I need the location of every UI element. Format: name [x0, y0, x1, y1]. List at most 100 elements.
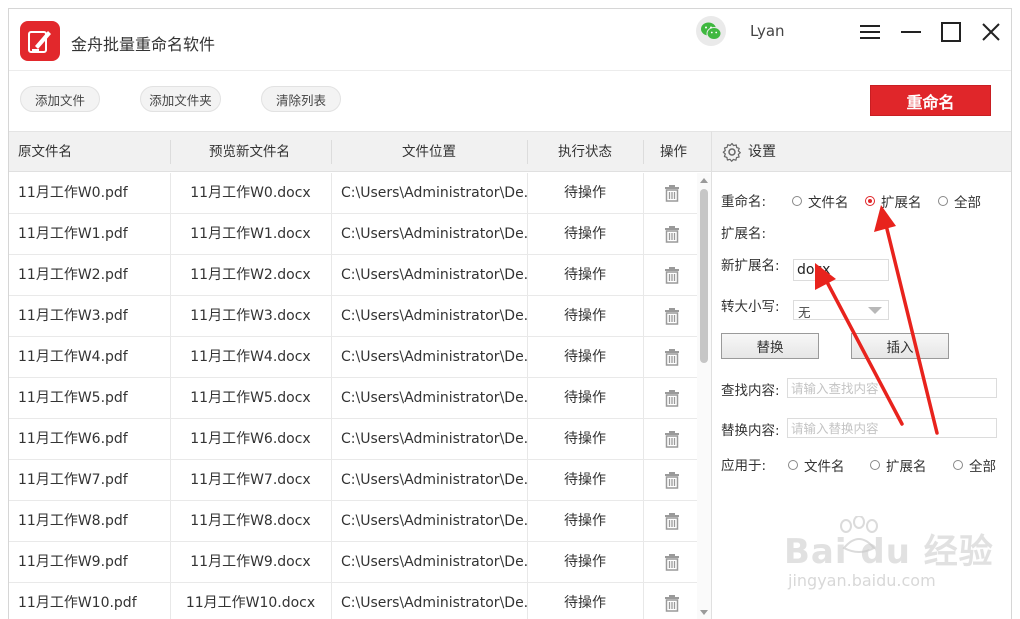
vertical-scrollbar[interactable]	[697, 173, 711, 619]
file-table: 原文件名 预览新文件名 文件位置 执行状态 操作 11月工作W0.pdf 11月工…	[9, 131, 711, 619]
settings-header: 设置	[712, 132, 1011, 172]
trash-icon[interactable]	[664, 185, 680, 206]
table-row[interactable]: 11月工作W3.pdf 11月工作W3.docx C:\Users\Administ…	[9, 296, 697, 337]
trash-icon[interactable]	[664, 267, 680, 288]
trash-icon[interactable]	[664, 226, 680, 247]
preview-name-cell: 11月工作W4.docx	[190, 349, 311, 365]
radio-label: 扩展名	[881, 195, 922, 211]
scrollbar-thumb[interactable]	[700, 189, 708, 363]
status-cell: 待操作	[564, 513, 606, 529]
menu-icon[interactable]	[857, 19, 883, 45]
column-divider	[643, 173, 644, 213]
table-header: 原文件名 预览新文件名 文件位置 执行状态 操作	[9, 132, 711, 172]
preview-name-cell: 11月工作W9.docx	[190, 554, 311, 570]
add-file-button[interactable]: 添加文件	[20, 86, 100, 112]
original-name-cell: 11月工作W8.pdf	[18, 513, 128, 529]
settings-panel: 设置 重命名: 文件名 扩展名 全部 扩展名: 新扩展名: 转大小写: 无 替换…	[711, 131, 1011, 619]
table-row[interactable]: 11月工作W10.pdf 11月工作W10.docx C:\Users\Admini…	[9, 583, 697, 619]
trash-icon[interactable]	[664, 431, 680, 452]
header-status[interactable]: 执行状态	[558, 132, 612, 172]
original-name-cell: 11月工作W4.pdf	[18, 349, 128, 365]
original-name-cell: 11月工作W5.pdf	[18, 390, 128, 406]
trash-icon[interactable]	[664, 554, 680, 575]
column-divider	[331, 214, 332, 254]
header-location[interactable]: 文件位置	[402, 132, 456, 172]
table-row[interactable]: 11月工作W1.pdf 11月工作W1.docx C:\Users\Administ…	[9, 214, 697, 255]
column-divider	[643, 337, 644, 377]
trash-icon[interactable]	[664, 390, 680, 411]
apply-option-all[interactable]: 全部	[953, 455, 996, 475]
location-cell: C:\Users\Administrator\De...	[341, 554, 527, 570]
trash-icon[interactable]	[664, 472, 680, 493]
rename-option-all[interactable]: 全部	[938, 191, 981, 211]
rename-button[interactable]: 重命名	[870, 85, 991, 116]
header-preview-name[interactable]: 预览新文件名	[209, 132, 290, 172]
table-row[interactable]: 11月工作W2.pdf 11月工作W2.docx C:\Users\Administ…	[9, 255, 697, 296]
column-divider	[643, 255, 644, 295]
column-divider	[331, 501, 332, 541]
rename-option-filename[interactable]: 文件名	[792, 191, 849, 211]
column-separator	[170, 140, 171, 164]
chevron-down-icon	[868, 307, 882, 314]
close-icon[interactable]	[978, 19, 1004, 45]
apply-to-label: 应用于:	[721, 458, 767, 474]
rename-logo-icon	[20, 21, 60, 61]
table-row[interactable]: 11月工作W6.pdf 11月工作W6.docx C:\Users\Administ…	[9, 419, 697, 460]
radio-selected-icon	[865, 196, 875, 206]
new-extension-input[interactable]	[793, 259, 889, 281]
table-row[interactable]: 11月工作W9.pdf 11月工作W9.docx C:\Users\Administ…	[9, 542, 697, 583]
table-row[interactable]: 11月工作W5.pdf 11月工作W5.docx C:\Users\Administ…	[9, 378, 697, 419]
maximize-icon[interactable]	[938, 19, 964, 45]
case-convert-value: 无	[798, 305, 811, 320]
location-cell: C:\Users\Administrator\De...	[341, 226, 527, 242]
preview-name-cell: 11月工作W1.docx	[190, 226, 311, 242]
new-extension-label: 新扩展名:	[721, 258, 780, 274]
original-name-cell: 11月工作W0.pdf	[18, 185, 128, 201]
apply-option-extension[interactable]: 扩展名	[870, 455, 927, 475]
app-window: 金舟批量重命名软件 Lyan 添加文件 添加文件夹 清除列表 重命名 原文件名 …	[8, 8, 1012, 619]
trash-icon[interactable]	[664, 349, 680, 370]
replace-content-input[interactable]	[787, 418, 997, 438]
column-divider	[331, 419, 332, 459]
trash-icon[interactable]	[664, 308, 680, 329]
column-divider	[331, 296, 332, 336]
radio-label: 扩展名	[886, 459, 927, 475]
table-row[interactable]: 11月工作W7.pdf 11月工作W7.docx C:\Users\Administ…	[9, 460, 697, 501]
column-separator	[527, 140, 528, 164]
wechat-icon[interactable]	[696, 16, 726, 46]
gear-icon	[722, 142, 741, 162]
minimize-icon[interactable]	[898, 19, 924, 45]
status-cell: 待操作	[564, 185, 606, 201]
trash-icon[interactable]	[664, 595, 680, 616]
location-cell: C:\Users\Administrator\De...	[341, 595, 527, 611]
column-divider	[643, 501, 644, 541]
table-row[interactable]: 11月工作W4.pdf 11月工作W4.docx C:\Users\Administ…	[9, 337, 697, 378]
scroll-down-icon[interactable]	[700, 610, 708, 616]
radio-label: 全部	[954, 195, 981, 211]
original-name-cell: 11月工作W6.pdf	[18, 431, 128, 447]
original-name-cell: 11月工作W2.pdf	[18, 267, 128, 283]
replace-button[interactable]: 替换	[721, 333, 819, 359]
find-content-input[interactable]	[787, 378, 997, 398]
header-action[interactable]: 操作	[660, 132, 687, 172]
column-divider	[331, 255, 332, 295]
apply-option-filename[interactable]: 文件名	[788, 455, 845, 475]
column-divider	[643, 583, 644, 619]
header-original-name[interactable]: 原文件名	[18, 132, 72, 172]
trash-icon[interactable]	[664, 513, 680, 534]
replace-content-label: 替换内容:	[721, 423, 780, 439]
table-row[interactable]: 11月工作W0.pdf 11月工作W0.docx C:\Users\Administ…	[9, 173, 697, 214]
rename-option-extension[interactable]: 扩展名	[865, 191, 922, 211]
username[interactable]: Lyan	[750, 22, 785, 40]
location-cell: C:\Users\Administrator\De...	[341, 431, 527, 447]
preview-name-cell: 11月工作W10.docx	[185, 595, 316, 611]
scroll-up-icon[interactable]	[700, 177, 708, 183]
table-row[interactable]: 11月工作W8.pdf 11月工作W8.docx C:\Users\Administ…	[9, 501, 697, 542]
clear-list-button[interactable]: 清除列表	[261, 86, 341, 112]
insert-button[interactable]: 插入	[851, 333, 949, 359]
column-divider	[331, 542, 332, 582]
case-convert-label: 转大小写:	[721, 299, 780, 315]
add-folder-button[interactable]: 添加文件夹	[140, 86, 221, 112]
column-divider	[643, 419, 644, 459]
case-convert-select[interactable]: 无	[793, 300, 889, 320]
